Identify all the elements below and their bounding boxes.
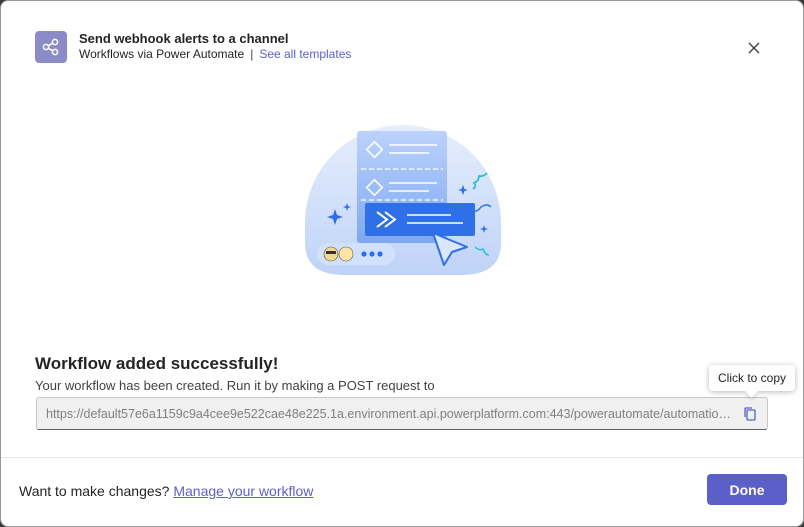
workflow-illustration <box>291 123 521 283</box>
copy-button[interactable] <box>733 398 767 429</box>
share-nodes-icon <box>35 31 67 63</box>
done-button[interactable]: Done <box>707 474 787 505</box>
close-button[interactable] <box>741 35 767 61</box>
success-description: Your workflow has been created. Run it b… <box>35 378 435 393</box>
copy-tooltip: Click to copy <box>709 365 796 391</box>
manage-workflow-link[interactable]: Manage your workflow <box>173 483 313 499</box>
close-icon <box>748 42 760 54</box>
footer-prompt-text: Want to make changes? <box>19 483 170 499</box>
dialog-subtitle: Workflows via Power Automate | See all tem… <box>79 47 351 61</box>
webhook-url-text[interactable]: https://default57e6a1159c9a4cee9e522cae4… <box>46 407 734 421</box>
subtitle-separator: | <box>250 47 254 61</box>
dialog: Send webhook alerts to a channel Workflo… <box>0 0 804 527</box>
dialog-title: Send webhook alerts to a channel <box>79 31 289 46</box>
success-title: Workflow added successfully! <box>35 354 279 373</box>
footer-divider <box>1 457 803 458</box>
webhook-url-field[interactable]: https://default57e6a1159c9a4cee9e522cae4… <box>36 397 768 430</box>
copy-icon <box>744 406 756 421</box>
subtitle-text: Workflows via Power Automate <box>79 47 245 61</box>
footer-prompt: Want to make changes? Manage your workfl… <box>19 483 313 499</box>
see-all-templates-link[interactable]: See all templates <box>259 47 351 61</box>
